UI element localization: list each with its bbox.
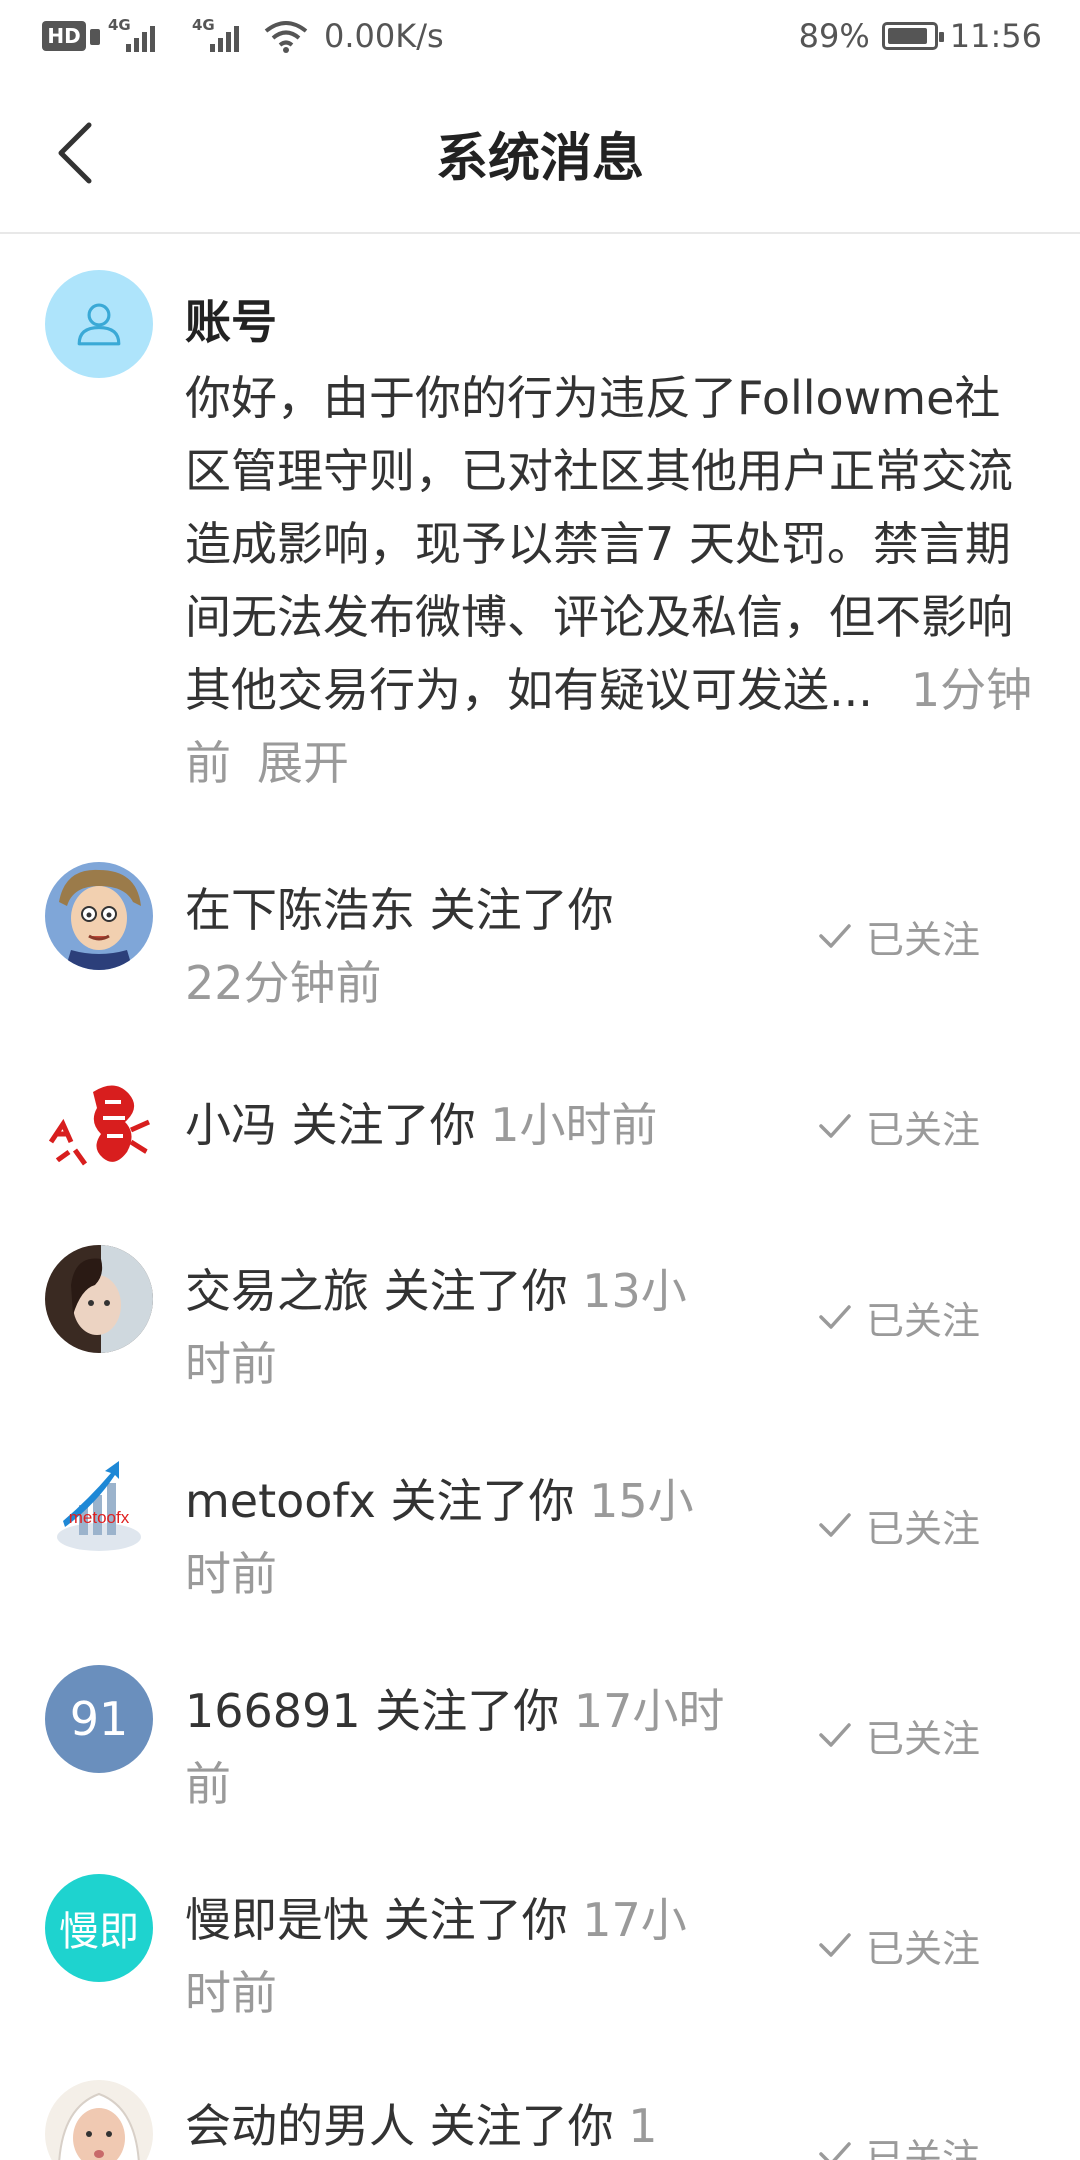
check-icon — [819, 1114, 851, 1138]
photo-avatar-icon — [45, 1245, 153, 1353]
follower-avatar[interactable] — [45, 1245, 153, 1353]
system-message-title: 账号 — [185, 295, 277, 349]
status-bar: HD 4G 4G 0.00K/s 89% 11:56 — [0, 0, 1080, 72]
follower-text: 小冯 关注了你 1小时前 — [185, 1098, 658, 1152]
followed-button[interactable]: 已关注 — [818, 1495, 1018, 1555]
followed-button[interactable]: 已关注 — [818, 2124, 1018, 2160]
baby-avatar-icon — [45, 2080, 153, 2160]
followed-button[interactable]: 已关注 — [818, 1915, 1018, 1975]
followed-button[interactable]: 已关注 — [818, 906, 1018, 966]
follower-avatar[interactable] — [45, 1072, 153, 1180]
check-icon — [819, 2142, 851, 2160]
account-avatar — [45, 270, 153, 378]
check-icon — [819, 1933, 851, 1957]
avatar-initials: 91 — [69, 1692, 129, 1746]
signal-icon-2: 4G — [192, 16, 254, 56]
check-icon — [819, 1723, 851, 1747]
metoofx-logo-icon: metoofx — [57, 1461, 141, 1551]
follower-text: metoofx 关注了你 15小时前 — [185, 1474, 694, 1601]
signal-icon: 4G — [108, 16, 170, 56]
check-icon — [819, 1513, 851, 1537]
check-icon — [819, 1305, 851, 1329]
followed-button[interactable]: 已关注 — [818, 1096, 1018, 1156]
follower-avatar[interactable]: metoofx — [45, 1455, 153, 1563]
follower-text: 会动的男人 关注了你 1 — [185, 2099, 658, 2153]
follower-text: 在下陈浩东 关注了你 22分钟前 — [185, 883, 614, 1010]
page-title: 系统消息 — [435, 129, 644, 189]
follower-avatar[interactable] — [45, 2080, 153, 2160]
follower-avatar[interactable] — [45, 862, 153, 970]
followed-button[interactable]: 已关注 — [818, 1705, 1018, 1765]
clock: 11:56 — [949, 17, 1042, 55]
avatar-initials: 慢即 — [59, 1909, 139, 1955]
svg-text:metoofx: metoofx — [69, 1508, 130, 1527]
battery-icon — [881, 22, 944, 50]
system-message-body: 你好，由于你的行为违反了Followme社区管理守则，已对社区其他用户正常交流造… — [185, 371, 1033, 790]
expand-link[interactable]: 展开 — [257, 736, 349, 790]
red-seal-avatar-icon — [48, 1085, 151, 1166]
followed-button[interactable]: 已关注 — [818, 1287, 1018, 1347]
network-speed: 0.00K/s — [324, 17, 444, 55]
follower-text: 交易之旅 关注了你 13小时前 — [185, 1264, 687, 1391]
cartoon-avatar-icon — [45, 862, 153, 970]
hd-icon: HD — [42, 21, 100, 51]
battery-percent: 89% — [798, 17, 870, 55]
follower-text: 166891 关注了你 17小时前 — [185, 1684, 725, 1811]
user-icon — [77, 303, 121, 346]
follower-avatar[interactable]: 慢即 — [45, 1874, 153, 1982]
app-header: 系统消息 — [0, 72, 1080, 234]
wifi-icon — [264, 19, 308, 53]
follower-avatar[interactable]: 91 — [45, 1665, 153, 1773]
follower-text: 慢即是快 关注了你 17小时前 — [185, 1893, 687, 2020]
check-icon — [819, 924, 851, 948]
